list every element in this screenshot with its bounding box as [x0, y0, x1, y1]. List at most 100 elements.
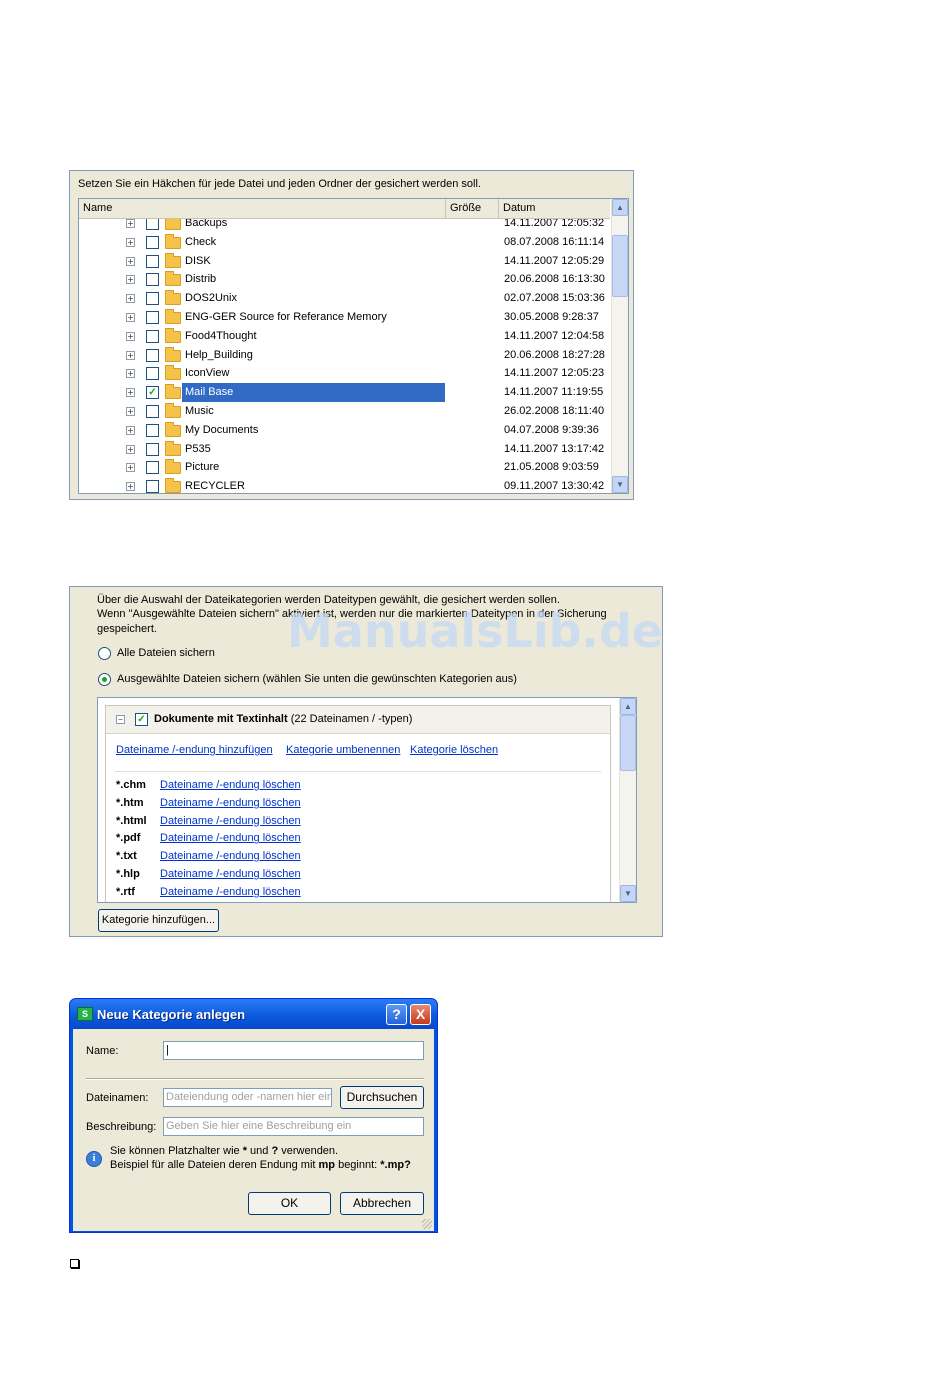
expand-icon[interactable]: + — [126, 219, 135, 228]
scroll-up-icon[interactable]: ▲ — [612, 199, 628, 216]
folder-icon — [165, 290, 181, 306]
file-row[interactable]: + P535 14.11.2007 13:17:42 — [79, 440, 610, 459]
file-checkbox[interactable] — [146, 423, 159, 437]
column-date-header[interactable]: Datum — [499, 199, 610, 218]
file-row[interactable]: + ENG-GER Source for Referance Memory 30.0… — [79, 308, 610, 327]
file-checkbox[interactable] — [146, 311, 159, 324]
folder-icon — [165, 440, 181, 456]
filenames-field[interactable]: Dateiendung oder -namen hier ein — [163, 1088, 332, 1107]
file-row[interactable]: + My Documents 04.07.2008 9:39:36 — [79, 421, 610, 440]
file-checkbox[interactable] — [146, 461, 159, 475]
folder-icon — [165, 327, 181, 343]
expand-icon[interactable]: + — [126, 331, 135, 341]
file-date: 30.05.2008 9:28:37 — [504, 311, 599, 323]
file-checkbox[interactable]: ✓ — [146, 386, 159, 400]
hint-mp: mp — [318, 1159, 336, 1171]
folder-icon — [165, 309, 181, 324]
expand-icon[interactable]: + — [126, 313, 135, 322]
delete-extension-link[interactable]: Dateiname /-endung löschen — [160, 850, 301, 862]
radio-selected-files[interactable] — [98, 673, 111, 686]
category-checkbox[interactable]: ✓ — [135, 713, 148, 726]
file-row[interactable]: + IconView 14.11.2007 12:05:23 — [79, 364, 610, 383]
expand-icon[interactable]: + — [126, 237, 135, 247]
file-checkbox[interactable] — [146, 219, 159, 230]
name-field[interactable]: | — [163, 1041, 424, 1060]
file-checkbox[interactable] — [146, 273, 159, 287]
expand-icon[interactable]: + — [126, 350, 135, 360]
file-name: RECYCLER — [185, 480, 245, 493]
file-checkbox[interactable] — [146, 442, 159, 456]
add-category-button[interactable]: Kategorie hinzufügen... — [98, 909, 219, 932]
column-name-header[interactable]: Name — [79, 199, 446, 218]
expand-icon[interactable]: + — [126, 482, 135, 492]
file-checkbox[interactable] — [146, 329, 159, 343]
resize-grip-icon[interactable] — [422, 1219, 432, 1229]
folder-icon — [165, 233, 181, 249]
file-row[interactable]: + Backups 14.11.2007 12:05:32 — [79, 219, 610, 233]
file-row[interactable]: + ✓ Mail Base 14.11.2007 11:19:55 — [79, 383, 610, 403]
delete-extension-link[interactable]: Dateiname /-endung löschen — [160, 868, 301, 880]
collapse-icon[interactable]: − — [116, 715, 125, 724]
delete-extension-link[interactable]: Dateiname /-endung löschen — [160, 797, 301, 809]
info-icon: i — [86, 1151, 102, 1167]
expand-icon[interactable]: + — [126, 294, 135, 304]
file-row[interactable]: + Distrib 20.06.2008 16:13:30 — [79, 270, 610, 289]
description-field[interactable]: Geben Sie hier eine Beschreibung ein — [163, 1117, 424, 1136]
file-date: 20.06.2008 16:13:30 — [504, 273, 605, 286]
file-date: 14.11.2007 11:19:55 — [504, 386, 604, 399]
file-checkbox[interactable] — [146, 254, 159, 268]
scroll-down-icon[interactable]: ▼ — [620, 885, 636, 902]
file-list-scrollbar[interactable]: ▲ ▼ — [611, 199, 628, 493]
delete-extension-link[interactable]: Dateiname /-endung löschen — [160, 779, 301, 791]
expand-icon[interactable]: + — [126, 425, 135, 435]
expand-icon[interactable]: + — [126, 275, 135, 285]
category-scrollbar[interactable]: ▲ ▼ — [619, 698, 636, 902]
hint-line-2: Beispiel für alle Dateien deren Endung m… — [110, 1159, 411, 1171]
rename-category-link[interactable]: Kategorie umbenennen — [286, 744, 400, 756]
expand-icon[interactable]: + — [126, 256, 135, 266]
cancel-button[interactable]: Abbrechen — [340, 1192, 424, 1215]
file-checkbox[interactable] — [146, 235, 159, 249]
hint-example: *.mp? — [380, 1159, 411, 1171]
file-name: Picture — [185, 461, 220, 474]
expand-icon[interactable]: + — [126, 407, 135, 416]
expand-icon[interactable]: + — [126, 369, 135, 379]
close-icon[interactable]: X — [410, 1004, 431, 1025]
scroll-up-icon[interactable]: ▲ — [620, 698, 636, 715]
radio-all-files[interactable] — [98, 647, 111, 660]
file-row[interactable]: + RECYCLER 09.11.2007 13:30:42 — [79, 477, 610, 493]
description-label: Beschreibung: — [86, 1121, 157, 1133]
expand-icon[interactable]: + — [126, 463, 135, 473]
expand-icon[interactable]: + — [126, 444, 135, 454]
file-row[interactable]: + DISK 14.11.2007 12:05:29 — [79, 252, 610, 271]
delete-extension-link[interactable]: Dateiname /-endung löschen — [160, 886, 301, 898]
file-row[interactable]: + Food4Thought 14.11.2007 12:04:58 — [79, 327, 610, 346]
file-row[interactable]: + Picture 21.05.2008 9:03:59 — [79, 458, 610, 477]
filenames-label: Dateinamen: — [86, 1092, 149, 1104]
scroll-thumb[interactable] — [612, 235, 628, 297]
file-name: P535 — [185, 442, 211, 455]
file-checkbox[interactable] — [146, 405, 159, 418]
file-checkbox[interactable] — [146, 292, 159, 306]
scroll-thumb[interactable] — [620, 715, 636, 771]
help-icon[interactable]: ? — [386, 1004, 407, 1025]
file-date: 14.11.2007 12:04:58 — [504, 329, 605, 342]
ok-button[interactable]: OK — [248, 1192, 331, 1215]
browse-button[interactable]: Durchsuchen — [340, 1086, 424, 1109]
file-checkbox[interactable] — [146, 348, 159, 362]
file-name: Backups — [185, 219, 228, 229]
delete-extension-link[interactable]: Dateiname /-endung löschen — [160, 832, 301, 844]
file-row[interactable]: + DOS2Unix 02.07.2008 15:03:36 — [79, 289, 610, 308]
delete-extension-link[interactable]: Dateiname /-endung löschen — [160, 815, 301, 827]
dialog-titlebar[interactable]: S Neue Kategorie anlegen ? X — [70, 999, 437, 1029]
file-checkbox[interactable] — [146, 480, 159, 493]
scroll-down-icon[interactable]: ▼ — [612, 476, 628, 493]
file-row[interactable]: + Check 08.07.2008 16:11:14 — [79, 233, 610, 252]
file-row[interactable]: + Help_Building 20.06.2008 18:27:28 — [79, 346, 610, 365]
delete-category-link[interactable]: Kategorie löschen — [410, 744, 498, 756]
file-checkbox[interactable] — [146, 367, 159, 381]
expand-icon[interactable]: + — [126, 388, 135, 398]
column-size-header[interactable]: Größe — [446, 199, 499, 218]
file-row[interactable]: + Music 26.02.2008 18:11:40 — [79, 402, 610, 421]
add-extension-link[interactable]: Dateiname /-endung hinzufügen — [116, 744, 273, 756]
